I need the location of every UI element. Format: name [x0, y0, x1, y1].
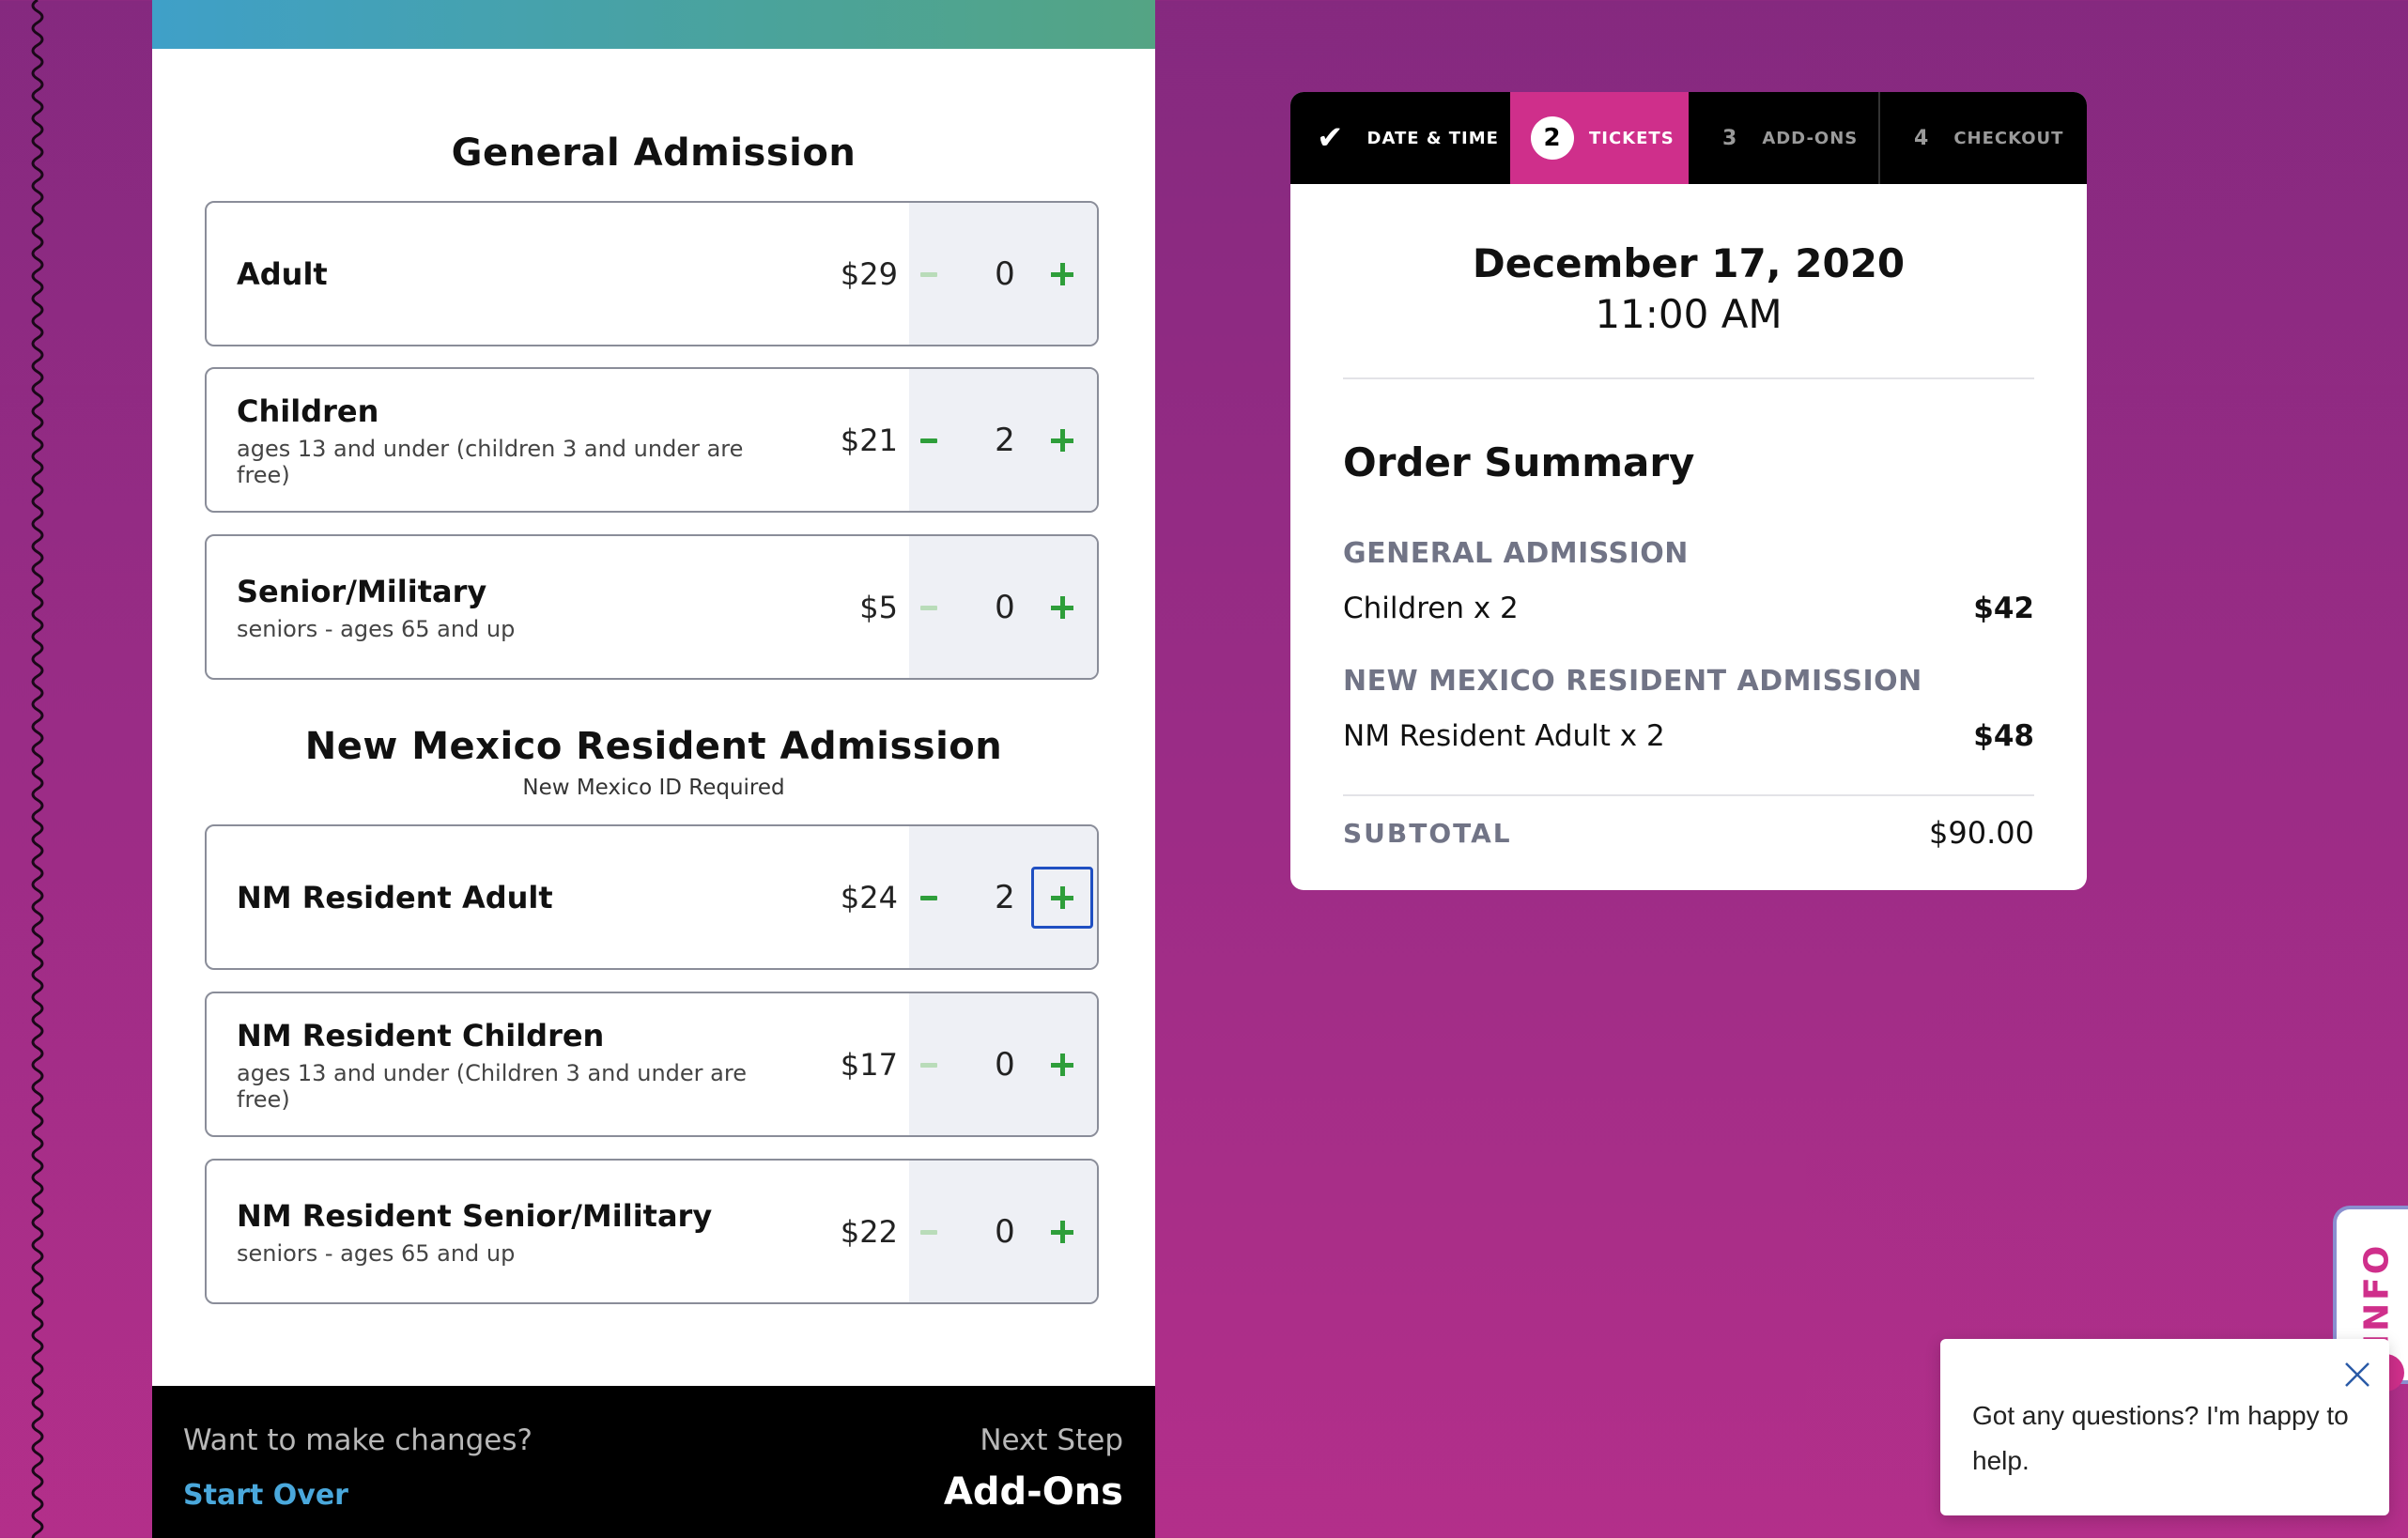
ticket-price: $29 — [840, 255, 898, 292]
increment-button[interactable] — [1031, 1034, 1093, 1096]
changes-prompt: Want to make changes? — [183, 1423, 533, 1457]
ticket-row-nm-resident-senior-military: NM Resident Senior/Military seniors - ag… — [205, 1159, 1099, 1304]
step-label: ADD-ONS — [1762, 128, 1859, 148]
ticket-price: $22 — [840, 1213, 898, 1250]
line-item-label: NM Resident Adult x 2 — [1343, 719, 1665, 753]
increment-button[interactable] — [1031, 243, 1093, 305]
ticket-name: NM Resident Senior/Military — [237, 1197, 713, 1234]
ticket-description: ages 13 and under (Children 3 and under … — [237, 1059, 747, 1113]
ticket-row-nm-resident-adult: NM Resident Adult $24 2 — [205, 824, 1099, 970]
summary-line-item: Children x 2 $42 — [1343, 592, 2034, 625]
next-step-button[interactable]: Add-Ons — [944, 1470, 1123, 1514]
ticket-price: $21 — [840, 422, 898, 458]
divider — [1343, 377, 2034, 379]
ticket-name: NM Resident Children — [237, 1017, 605, 1054]
start-over-link[interactable]: Start Over — [183, 1479, 348, 1512]
increment-button[interactable] — [1031, 1201, 1093, 1263]
quantity-stepper: 2 — [909, 369, 1097, 511]
ticket-edge-decoration — [31, 0, 44, 1538]
ticket-name: Senior/Military — [237, 573, 487, 609]
checkout-steps: ✔ DATE & TIME 2 TICKETS 3 ADD-ONS 4 CHEC… — [1290, 92, 2087, 184]
decrement-button[interactable] — [920, 1229, 937, 1235]
step-checkout[interactable]: 4 CHECKOUT — [1880, 92, 2087, 184]
ticket-row-nm-resident-children: NM Resident Children ages 13 and under (… — [205, 992, 1099, 1137]
ticket-name: Children — [237, 392, 379, 429]
summary-line-item: NM Resident Adult x 2 $48 — [1343, 719, 2034, 753]
resident-admission-subtitle: New Mexico ID Required — [522, 776, 785, 800]
increment-button[interactable] — [1031, 577, 1093, 638]
quantity-stepper: 2 — [909, 826, 1097, 968]
panel-footer: Want to make changes? Start Over Next St… — [152, 1386, 1155, 1538]
quantity-value: 0 — [995, 1045, 1015, 1084]
chat-popup: Got any questions? I'm happy to help. — [1940, 1339, 2389, 1515]
step-number: 3 — [1722, 126, 1738, 150]
quantity-value: 0 — [995, 1212, 1015, 1251]
chat-message: Got any questions? I'm happy to help. — [1972, 1401, 2349, 1475]
step-number-badge: 2 — [1531, 116, 1574, 160]
close-icon[interactable] — [2342, 1360, 2372, 1390]
ticket-row-adult: Adult $29 0 — [205, 201, 1099, 346]
quantity-value: 0 — [995, 254, 1015, 293]
step-label: DATE & TIME — [1366, 128, 1499, 148]
selected-time: 11:00 AM — [1595, 291, 1783, 337]
subtotal-label: SUBTOTAL — [1343, 817, 1512, 849]
ticket-price: $5 — [859, 589, 898, 625]
order-summary-title: Order Summary — [1343, 439, 1695, 485]
info-tab-label: INFO — [2357, 1242, 2397, 1347]
subtotal-row: SUBTOTAL $90.00 — [1343, 815, 2034, 851]
quantity-value: 2 — [995, 421, 1015, 459]
quantity-value: 0 — [995, 588, 1015, 626]
summary-category: GENERAL ADMISSION — [1343, 537, 1689, 570]
ticket-price: $17 — [840, 1046, 898, 1083]
ticket-price: $24 — [840, 879, 898, 915]
step-tickets[interactable]: 2 TICKETS — [1510, 92, 1689, 184]
general-admission-title: General Admission — [451, 131, 857, 175]
step-label: TICKETS — [1589, 128, 1675, 148]
step-label: CHECKOUT — [1953, 128, 2064, 148]
subtotal-value: $90.00 — [1929, 815, 2034, 851]
panel-header-bar — [152, 0, 1155, 49]
decrement-button[interactable] — [920, 605, 937, 610]
quantity-value: 2 — [995, 878, 1015, 916]
ticket-description: seniors - ages 65 and up — [237, 1239, 516, 1267]
quantity-stepper: 0 — [909, 536, 1097, 678]
quantity-stepper: 0 — [909, 1161, 1097, 1302]
next-step-label: Next Step — [980, 1423, 1123, 1457]
step-add-ons[interactable]: 3 ADD-ONS — [1689, 92, 1878, 184]
increment-button[interactable] — [1031, 866, 1093, 929]
ticket-row-senior-military: Senior/Military seniors - ages 65 and up… — [205, 534, 1099, 680]
line-item-label: Children x 2 — [1343, 592, 1519, 625]
ticket-name: NM Resident Adult — [237, 879, 553, 915]
selected-date: December 17, 2020 — [1472, 240, 1906, 286]
checkmark-icon: ✔ — [1317, 119, 1345, 157]
ticket-description: seniors - ages 65 and up — [237, 615, 516, 642]
order-summary-panel: ✔ DATE & TIME 2 TICKETS 3 ADD-ONS 4 CHEC… — [1290, 92, 2087, 890]
ticket-name: Adult — [237, 255, 328, 292]
decrement-button[interactable] — [920, 271, 937, 277]
line-item-amount: $48 — [1973, 719, 2034, 753]
step-date-time[interactable]: ✔ DATE & TIME — [1290, 92, 1510, 184]
resident-admission-title: New Mexico Resident Admission — [304, 725, 1003, 768]
ticket-row-children: Children ages 13 and under (children 3 a… — [205, 367, 1099, 513]
divider — [1343, 794, 2034, 796]
ticket-selection-panel: General Admission Adult $29 0 Children a… — [152, 0, 1155, 1538]
quantity-stepper: 0 — [909, 203, 1097, 345]
quantity-stepper: 0 — [909, 993, 1097, 1135]
decrement-button[interactable] — [920, 1062, 937, 1068]
line-item-amount: $42 — [1973, 592, 2034, 625]
step-number: 4 — [1914, 126, 1930, 150]
decrement-button[interactable] — [920, 895, 937, 900]
increment-button[interactable] — [1031, 409, 1093, 471]
ticket-description: ages 13 and under (children 3 and under … — [237, 435, 744, 488]
decrement-button[interactable] — [920, 438, 937, 443]
summary-category: NEW MEXICO RESIDENT ADMISSION — [1343, 665, 1922, 698]
